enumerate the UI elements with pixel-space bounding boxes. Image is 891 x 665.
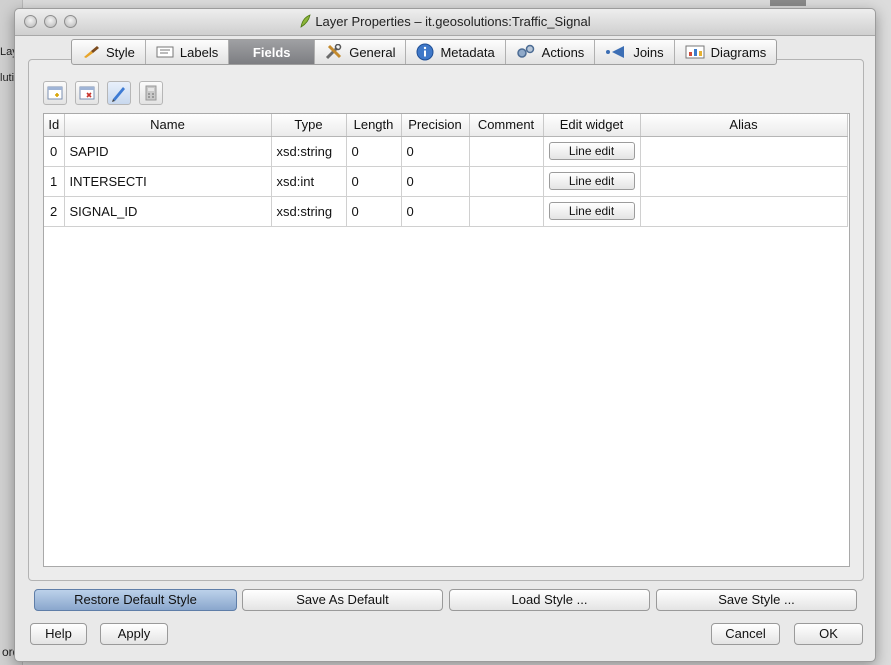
joins-icon (606, 46, 625, 58)
qgis-leaf-icon (300, 14, 311, 28)
tab-general[interactable]: General (315, 40, 407, 64)
cell-length: 0 (346, 166, 402, 197)
tab-label: Metadata (440, 44, 495, 60)
table-row[interactable]: 1 INTERSECTI xsd:int 0 0 Line edit (44, 166, 848, 197)
cell-edit-widget: Line edit (543, 166, 641, 197)
tab-label: General (349, 44, 396, 60)
cell-comment[interactable] (469, 196, 544, 227)
cell-id: 1 (44, 166, 65, 197)
column-header-comment[interactable]: Comment (469, 114, 544, 137)
tab-labels[interactable]: Labels (146, 40, 230, 64)
column-header-edit-widget[interactable]: Edit widget (543, 114, 641, 137)
column-header-type[interactable]: Type (271, 114, 347, 137)
help-button[interactable]: Help (30, 623, 87, 645)
info-icon (416, 43, 434, 61)
edit-widget-button[interactable]: Line edit (548, 172, 635, 190)
cell-edit-widget: Line edit (543, 196, 641, 227)
cell-alias[interactable] (640, 166, 848, 197)
tab-diagrams[interactable]: Diagrams (675, 40, 777, 64)
cell-id: 2 (44, 196, 65, 227)
cell-comment[interactable] (469, 136, 544, 167)
cancel-button[interactable]: Cancel (711, 623, 780, 645)
save-style-button[interactable]: Save Style ... (656, 589, 857, 611)
ok-button[interactable]: OK (794, 623, 863, 645)
fields-table: Id Name Type Length Precision Comment Ed… (43, 113, 850, 567)
cell-alias[interactable] (640, 136, 848, 167)
cell-type: xsd:int (271, 166, 347, 197)
layer-properties-dialog: Layer Properties – it.geosolutions:Traff… (14, 8, 876, 662)
background-toolbar (770, 0, 806, 6)
fields-grid: Id Name Type Length Precision Comment Ed… (44, 114, 848, 227)
cell-precision: 0 (401, 196, 470, 227)
column-header-precision[interactable]: Precision (401, 114, 470, 137)
restore-default-style-button[interactable]: Restore Default Style (34, 589, 237, 611)
column-header-id[interactable]: Id (44, 114, 65, 137)
tab-label: Style (106, 44, 135, 60)
cell-precision: 0 (401, 166, 470, 197)
table-header-row: Id Name Type Length Precision Comment Ed… (44, 114, 848, 137)
background-label: luti (0, 72, 15, 84)
tab-bar: Style Labels Fields General Metadata Act… (71, 39, 778, 65)
cell-name[interactable]: INTERSECTI (64, 166, 272, 197)
cell-name[interactable]: SAPID (64, 136, 272, 167)
calculator-icon (145, 85, 157, 101)
cell-length: 0 (346, 136, 402, 167)
edit-widget-button[interactable]: Line edit (548, 202, 635, 220)
delete-column-button[interactable] (75, 81, 99, 105)
gears-icon (516, 44, 534, 58)
tab-metadata[interactable]: Metadata (406, 40, 506, 64)
toggle-edit-icon (112, 87, 125, 102)
column-header-name[interactable]: Name (64, 114, 272, 137)
table-row[interactable]: 0 SAPID xsd:string 0 0 Line edit (44, 136, 848, 167)
cell-precision: 0 (401, 136, 470, 167)
delete-column-icon (79, 86, 95, 100)
cell-type: xsd:string (271, 136, 347, 167)
brush-icon (84, 46, 99, 58)
new-column-icon (47, 86, 63, 100)
tab-label: Diagrams (710, 44, 767, 60)
cell-type: xsd:string (271, 196, 347, 227)
cell-alias[interactable] (640, 196, 848, 227)
table-row[interactable]: 2 SIGNAL_ID xsd:string 0 0 Line edit (44, 196, 848, 227)
cell-name[interactable]: SIGNAL_ID (64, 196, 272, 227)
new-column-button[interactable] (43, 81, 67, 105)
tab-actions[interactable]: Actions (506, 40, 596, 64)
window-title: Layer Properties – it.geosolutions:Traff… (15, 14, 875, 29)
tab-joins[interactable]: Joins (595, 40, 675, 64)
tab-label: Labels (179, 44, 219, 60)
apply-button[interactable]: Apply (100, 623, 168, 645)
cell-id: 0 (44, 136, 65, 167)
tab-label: Fields (252, 44, 291, 60)
cell-edit-widget: Line edit (543, 136, 641, 167)
save-as-default-button[interactable]: Save As Default (242, 589, 443, 611)
diagram-icon (685, 45, 705, 59)
column-header-alias[interactable]: Alias (640, 114, 848, 137)
tools-icon (326, 44, 342, 60)
cell-length: 0 (346, 196, 402, 227)
labels-icon (156, 46, 174, 58)
toggle-editing-button[interactable] (107, 81, 131, 105)
tab-label: Joins (633, 44, 664, 60)
tab-style[interactable]: Style (72, 40, 146, 64)
window-title-text: Layer Properties – it.geosolutions:Traff… (315, 14, 591, 29)
edit-widget-button[interactable]: Line edit (548, 142, 635, 160)
field-calculator-button[interactable] (139, 81, 163, 105)
title-bar[interactable]: Layer Properties – it.geosolutions:Traff… (15, 9, 875, 36)
column-header-length[interactable]: Length (346, 114, 402, 137)
tab-fields[interactable]: Fields (229, 40, 316, 64)
cell-comment[interactable] (469, 166, 544, 197)
tab-label: Actions (541, 44, 585, 60)
load-style-button[interactable]: Load Style ... (449, 589, 650, 611)
